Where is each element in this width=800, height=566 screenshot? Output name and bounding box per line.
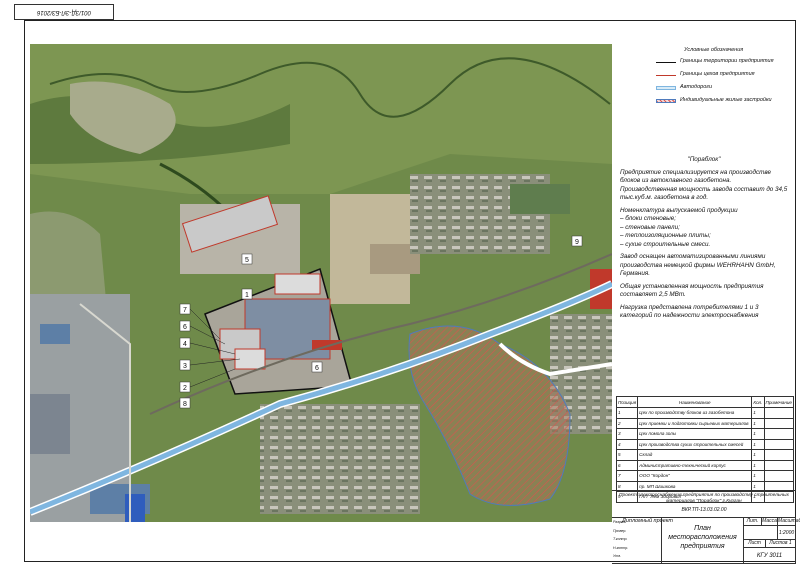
scale-value: 1:2000 xyxy=(778,526,796,540)
drawing-sheet: 001/ЗД-ЭЛ-БЗ/2016 9 5 1 7 6 4 3 2 8 6 Ус… xyxy=(0,0,800,566)
workshop-1 xyxy=(274,273,321,295)
title-block: Проект электроснабжения предприятия по п… xyxy=(612,490,800,564)
lit-mass-values xyxy=(744,526,778,540)
project-note: Проект электроснабжения предприятия по п… xyxy=(619,493,789,505)
table-row: 1 Цех по производству блоков из газобетон… xyxy=(615,407,795,419)
sheet-title: План месторасположения предприятия xyxy=(662,518,744,564)
table-row: 2 Цех приемки и подготовки сырьевых матер… xyxy=(615,417,795,429)
table-row: 7 ООО "Кордон" 1 xyxy=(615,470,795,482)
map-canvas: 9 5 1 7 6 4 3 2 8 6 xyxy=(30,44,612,522)
list-item: – стеновые панели; xyxy=(620,223,680,231)
building-grey-1 xyxy=(30,394,70,454)
description-paragraph-2: Завод оснащен автоматизированными линиям… xyxy=(620,253,776,277)
trees-ne xyxy=(510,184,570,214)
table-header-row: Позиция Наименование Кол. Примечание xyxy=(615,396,795,408)
label-2: 2 xyxy=(183,385,187,392)
label-9: 9 xyxy=(575,239,579,246)
description-paragraph-3: Общая установленная мощность предприятия… xyxy=(620,282,764,299)
label-1: 1 xyxy=(245,292,249,299)
legend-swatch xyxy=(656,62,676,63)
label-6a: 6 xyxy=(183,324,187,331)
label-5: 5 xyxy=(245,257,249,264)
legend-item-housing: Индивидуальные жилые застройки xyxy=(656,97,796,105)
specification-table: Позиция Наименование Кол. Примечание 1 Це… xyxy=(615,396,795,503)
title-block-grid: Разраб. Провер. Т.контр. Н.контр. Утв. П… xyxy=(612,517,800,564)
building-blue-3 xyxy=(125,494,145,522)
nomenclature-title: Номенклатура выпускаемой продукции xyxy=(620,206,738,214)
legend-item-workshop-boundary: Границы цехов предприятия xyxy=(656,71,796,79)
legend-item-roads: Автодороги xyxy=(656,84,796,92)
project-type: Дипломный проект xyxy=(622,518,673,524)
legend-item-enterprise-boundary: Границы территории предприятия xyxy=(656,58,796,66)
satellite-map[interactable]: 9 5 1 7 6 4 3 2 8 6 xyxy=(30,44,612,522)
building-blue-1 xyxy=(40,324,70,344)
label-6b: 6 xyxy=(315,365,319,372)
list-item: – блоки стеновые; xyxy=(620,215,676,222)
table-row: 3 Цех помола золы 1 xyxy=(615,428,795,440)
legend-swatch xyxy=(656,86,676,90)
label-3: 3 xyxy=(183,363,187,370)
legend-swatch xyxy=(656,99,676,103)
legend-swatch xyxy=(656,75,676,76)
organization: КГУ 3011 xyxy=(744,548,796,564)
table-row: 5 Склад 1 xyxy=(615,449,795,461)
legend-title: Условные обозначения xyxy=(684,47,744,53)
label-8: 8 xyxy=(183,401,187,408)
document-code: ВКР.ТП-13.03.02.00 xyxy=(681,507,727,513)
description-paragraph-1: Предприятие специализируется на производ… xyxy=(620,168,788,202)
sheet-code: 001/ЗД-ЭЛ-БЗ/2016 xyxy=(14,4,114,20)
list-item: – сухие строительные смеси. xyxy=(620,240,711,248)
residential-south xyxy=(260,404,420,514)
enterprise-description: "Пораблок" Предприятие специализируется … xyxy=(620,156,788,325)
description-paragraph-4: Нагрузка представлена потребителями 1 и … xyxy=(620,303,759,320)
label-4: 4 xyxy=(183,341,187,348)
table-row: 6 Административно-технический корпус 1 xyxy=(615,459,795,471)
label-7: 7 xyxy=(183,307,187,314)
enterprise-name: "Пораблок" xyxy=(687,156,721,163)
nomenclature-list: – блоки стеновые; – стеновые панели; – т… xyxy=(620,215,788,249)
map-legend: Условные обозначения Границы территории … xyxy=(612,44,792,144)
signature-cells: Разраб. Провер. Т.контр. Н.контр. Утв. xyxy=(612,518,662,564)
list-item: – теплоизоляционные плиты; xyxy=(620,232,711,239)
table-row: 4 Цех производства сухих строительных сме… xyxy=(615,438,795,450)
